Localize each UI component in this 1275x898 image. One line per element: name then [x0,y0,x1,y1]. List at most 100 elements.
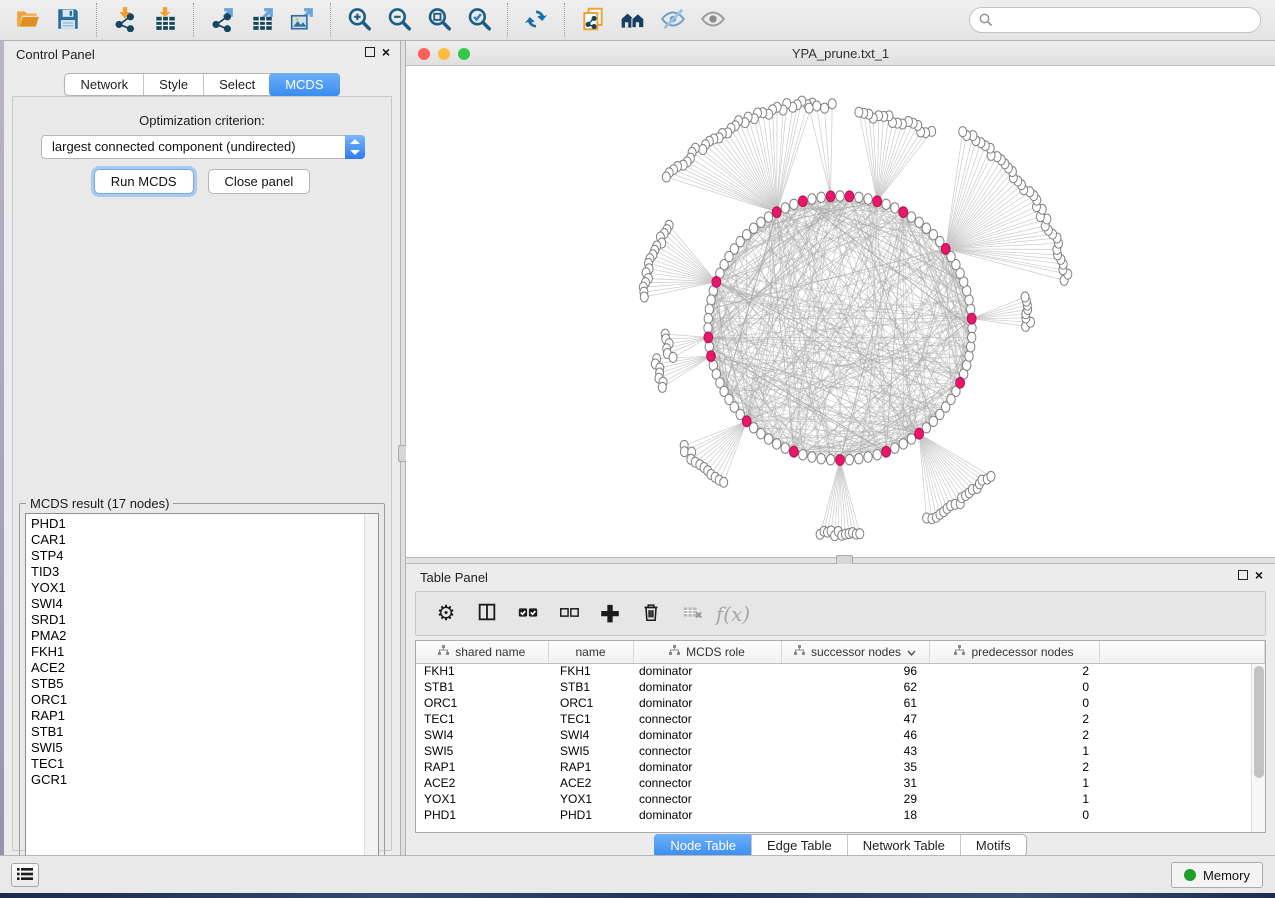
memory-button[interactable]: Memory [1171,862,1263,888]
mcds-result-item[interactable]: PHD1 [26,516,378,532]
table-row[interactable]: ORC1ORC1dominator610 [416,695,1265,711]
mcds-result-item[interactable]: ACE2 [26,660,378,676]
table-row[interactable]: YOX1YOX1connector291 [416,791,1265,807]
table-row[interactable]: RAP1RAP1dominator352 [416,759,1265,775]
close-table-panel-icon[interactable]: × [1255,570,1263,580]
delete-table-button[interactable] [676,597,708,631]
mcds-result-item[interactable]: STB1 [26,724,378,740]
import-network-button[interactable] [105,4,145,36]
mcds-result-item[interactable]: TEC1 [26,756,378,772]
table-row[interactable]: STB1STB1dominator620 [416,679,1265,695]
attribute-type-icon [954,645,965,659]
open-file-button[interactable] [8,4,48,36]
tab-motifs[interactable]: Motifs [960,835,1026,856]
criterion-dropdown[interactable]: largest connected component (undirected) [41,135,365,159]
network-graph [406,66,1275,557]
export-table-button[interactable] [242,4,282,36]
delete-table-icon [681,601,703,626]
tab-network-table[interactable]: Network Table [847,835,960,856]
zoom-out-button[interactable] [379,4,419,36]
refresh-view-button[interactable] [516,4,556,36]
table-row[interactable]: TEC1TEC1connector472 [416,711,1265,727]
tab-select[interactable]: Select [203,74,270,95]
select-all-button[interactable] [512,597,544,631]
dropdown-stepper-icon [345,135,365,159]
export-network-button[interactable] [202,4,242,36]
export-table-icon [249,6,275,35]
mcds-result-item[interactable]: PMA2 [26,628,378,644]
column-header-predecessor-nodes[interactable]: predecessor nodes [929,641,1099,663]
panel-menu-button[interactable] [11,863,39,887]
attribute-type-icon [669,645,680,659]
mcds-result-item[interactable]: CAR1 [26,532,378,548]
network-titlebar[interactable]: YPA_prune.txt_1 [406,41,1275,66]
function-builder-button[interactable]: f(x) [717,597,749,631]
mcds-result-item[interactable]: SWI4 [26,596,378,612]
run-mcds-button[interactable]: Run MCDS [94,169,194,194]
hide-selected-button[interactable] [653,4,693,36]
add-row-icon: ✚ [600,603,619,625]
mcds-result-item[interactable]: GCR1 [26,772,378,788]
table-scrollbar[interactable] [1251,664,1265,832]
mcds-result-item[interactable]: STB5 [26,676,378,692]
float-table-panel-icon[interactable] [1238,570,1248,580]
column-header-shared-name[interactable]: shared name [416,641,548,663]
mcds-list-scrollbar[interactable] [364,514,378,870]
table-row[interactable]: FKH1FKH1dominator962 [416,663,1265,679]
settings-button[interactable]: ⚙ [430,597,462,631]
settings-icon: ⚙ [437,603,456,625]
mcds-result-title: MCDS result (17 nodes) [26,496,173,511]
memory-status-icon [1184,869,1196,881]
table-row[interactable]: SWI5SWI5connector431 [416,743,1265,759]
table-row[interactable]: SWI4SWI4dominator462 [416,727,1265,743]
network-view-canvas[interactable] [406,66,1275,557]
deselect-all-button[interactable] [553,597,585,631]
column-header-successor-nodes[interactable]: successor nodes [781,641,929,663]
tab-network[interactable]: Network [65,74,143,95]
close-panel-icon[interactable]: × [382,47,390,57]
table-scrollbar-thumb[interactable] [1254,666,1264,778]
add-row-button[interactable]: ✚ [594,597,626,631]
import-table-button[interactable] [145,4,185,36]
function-builder-icon: f(x) [716,602,750,626]
mcds-result-item[interactable]: TID3 [26,564,378,580]
control-panel-title: Control Panel [16,47,95,62]
tab-mcds[interactable]: MCDS [269,73,339,96]
table-row[interactable]: PHD1PHD1dominator180 [416,807,1265,823]
first-neighbors-button[interactable] [613,4,653,36]
mcds-result-item[interactable]: ORC1 [26,692,378,708]
mcds-result-item[interactable]: RAP1 [26,708,378,724]
column-header-name[interactable]: name [548,641,633,663]
mcds-result-group: MCDS result (17 nodes) PHD1CAR1STP4TID3Y… [19,503,385,877]
mcds-result-item[interactable]: STP4 [26,548,378,564]
toolbar-group [507,3,564,37]
tab-edge-table[interactable]: Edge Table [751,835,847,856]
delete-row-button[interactable] [635,597,667,631]
toolbar-group [193,3,330,37]
application-window: Control Panel × NetworkStyleSelectMCDS O… [0,0,1275,898]
sort-descending-icon [907,645,916,659]
mcds-result-item[interactable]: FKH1 [26,644,378,660]
close-panel-button[interactable]: Close panel [208,169,311,194]
zoom-fit-button[interactable] [419,4,459,36]
table-row[interactable]: ACE2ACE2connector311 [416,775,1265,791]
mcds-result-list[interactable]: PHD1CAR1STP4TID3YOX1SWI4SRD1PMA2FKH1ACE2… [25,513,379,871]
save-session-button[interactable] [48,4,88,36]
zoom-selected-button[interactable] [459,4,499,36]
tab-node-table[interactable]: Node Table [654,834,752,857]
criterion-value: largest connected component (undirected) [52,139,296,154]
export-image-button[interactable] [282,4,322,36]
search-input[interactable] [969,7,1261,33]
mcds-result-item[interactable]: YOX1 [26,580,378,596]
duplicate-network-button[interactable] [573,4,613,36]
zoom-in-button[interactable] [339,4,379,36]
show-all-button[interactable] [693,4,733,36]
toolbar-group [96,3,193,37]
float-panel-icon[interactable] [365,47,375,57]
show-columns-button[interactable] [471,597,503,631]
column-header-MCDS-role[interactable]: MCDS role [633,641,781,663]
tab-style[interactable]: Style [143,74,203,95]
mcds-result-item[interactable]: SRD1 [26,612,378,628]
horizontal-splitter[interactable] [406,557,1275,564]
mcds-result-item[interactable]: SWI5 [26,740,378,756]
